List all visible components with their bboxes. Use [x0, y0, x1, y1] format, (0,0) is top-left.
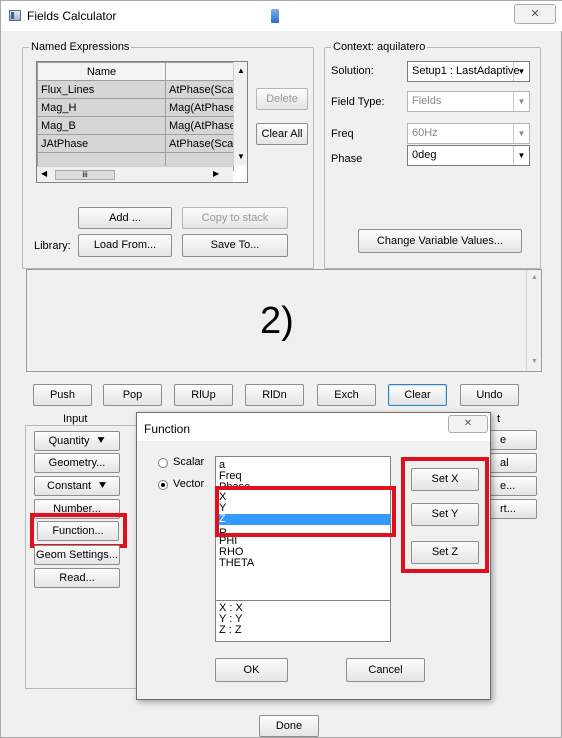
list-item[interactable]: Freq [216, 471, 390, 482]
phase-value: 0deg [412, 149, 437, 161]
clear-all-button[interactable]: Clear All [256, 123, 308, 145]
add-button[interactable]: Add ... [78, 207, 172, 229]
field-type-value: Fields [412, 95, 442, 107]
chevron-down-icon: ▼ [513, 62, 529, 81]
expr-name: Mag_B [37, 116, 166, 135]
scroll-right-arrow-icon[interactable]: ▶ [213, 169, 219, 178]
ok-button[interactable]: OK [215, 658, 288, 682]
pop-button[interactable]: Pop [103, 384, 162, 406]
stack-scrollbar[interactable]: ▲ ▼ [526, 270, 542, 371]
context-legend: Context: aquilatero [333, 41, 426, 53]
scalar-radio[interactable] [158, 458, 168, 468]
change-variable-values-button[interactable]: Change Variable Values... [358, 229, 522, 253]
solution-value: Setup1 : LastAdaptive [412, 65, 520, 77]
cancel-button[interactable]: Cancel [346, 658, 425, 682]
named-expressions-legend: Named Expressions [31, 41, 130, 53]
assignment-item[interactable]: X : X [216, 603, 390, 614]
output-legend-fragment: t [497, 413, 501, 425]
library-label: Library: [34, 240, 71, 252]
assignment-item[interactable]: Z : Z [216, 625, 390, 636]
assignment-item[interactable]: Y : Y [216, 614, 390, 625]
field-type-select[interactable]: Fields ▼ [407, 91, 530, 112]
vector-radio[interactable] [158, 480, 168, 490]
scroll-thumb[interactable]: iii [55, 170, 115, 180]
chevron-down-icon: ▼ [513, 124, 529, 143]
read-button[interactable]: Read... [34, 568, 120, 588]
roll-up-button[interactable]: RlUp [174, 384, 233, 406]
geom-settings-button[interactable]: Geom Settings... [34, 545, 120, 565]
expr-value: AtPhase(Scal [165, 80, 234, 99]
expr-value: Mag(AtPhase [165, 98, 234, 117]
scroll-up-arrow-icon[interactable]: ▲ [531, 274, 538, 281]
step-annotation: 2) [260, 300, 294, 342]
freq-select[interactable]: 60Hz ▼ [407, 123, 530, 144]
fields-calculator-window: Fields Calculator ✕ Named Expressions Na… [0, 0, 562, 738]
table-row[interactable]: Mag_B Mag(AtPhase [37, 116, 234, 135]
push-button[interactable]: Push [33, 384, 92, 406]
roll-down-button[interactable]: RlDn [245, 384, 304, 406]
exchange-button[interactable]: Exch [317, 384, 376, 406]
expr-name: Mag_H [37, 98, 166, 117]
constant-label: Constant [47, 480, 92, 492]
freq-label: Freq [331, 128, 354, 140]
scalar-label: Scalar [173, 456, 205, 468]
quantity-label: Quantity [48, 435, 90, 447]
field-type-label: Field Type: [331, 96, 385, 108]
copy-to-stack-button[interactable]: Copy to stack [182, 207, 288, 229]
phase-label: Phase [331, 153, 363, 165]
chevron-down-icon: ▼ [513, 92, 529, 111]
quantity-dropdown-button[interactable]: Quantity ⯆ [34, 431, 120, 451]
window-close-button[interactable]: ✕ [514, 4, 556, 24]
chevron-down-icon: ▼ [513, 146, 529, 165]
constant-dropdown-button[interactable]: Constant ⯆ [34, 476, 120, 496]
table-row[interactable]: JAtPhase AtPhase(Scal [37, 134, 234, 153]
column-header-expression[interactable] [165, 62, 234, 81]
clear-button[interactable]: Clear [388, 384, 447, 406]
title-bar: Fields Calculator ✕ [1, 1, 562, 31]
save-to-button[interactable]: Save To... [182, 234, 288, 257]
horizontal-scrollbar[interactable]: ◀ iii ▶ [37, 166, 233, 182]
geometry-button[interactable]: Geometry... [34, 453, 120, 473]
xyz-highlight-box [215, 486, 396, 537]
expr-value: Mag(AtPhase [165, 116, 234, 135]
arrow-down-icon: ⯆ [96, 435, 106, 447]
solution-label: Solution: [331, 65, 374, 77]
delete-button[interactable]: Delete [256, 88, 308, 110]
done-button[interactable]: Done [259, 715, 319, 737]
function-dialog: Function ✕ Scalar Vector a Freq Phase X … [136, 412, 491, 700]
scroll-left-arrow-icon[interactable]: ◀ [41, 169, 47, 178]
table-row[interactable]: Flux_Lines AtPhase(Scal [37, 80, 234, 99]
window-title: Fields Calculator [27, 9, 117, 23]
function-dialog-title: Function [144, 422, 191, 436]
set-buttons-highlight-box [401, 457, 489, 573]
list-item[interactable]: a [216, 460, 390, 471]
app-icon [9, 10, 21, 21]
scroll-up-arrow-icon[interactable]: ▲ [237, 66, 245, 75]
list-item[interactable]: THETA [216, 558, 390, 569]
named-expressions-table: Name Flux_Lines AtPhase(Scal Mag_H Mag(A… [36, 61, 248, 183]
scroll-down-arrow-icon[interactable]: ▼ [237, 152, 245, 161]
input-legend: Input [63, 413, 88, 425]
load-from-button[interactable]: Load From... [78, 234, 172, 257]
assignment-listbox[interactable]: X : X Y : Y Z : Z [215, 600, 391, 642]
scroll-down-arrow-icon[interactable]: ▼ [531, 358, 538, 365]
function-dialog-close-button[interactable]: ✕ [448, 415, 488, 433]
stack-display: 2) ▲ ▼ [26, 269, 542, 372]
expr-value: AtPhase(Scal [165, 134, 234, 153]
arrow-down-icon: ⯆ [98, 480, 107, 492]
table-row[interactable]: Mag_H Mag(AtPhase [37, 98, 234, 117]
expr-name: Flux_Lines [37, 80, 166, 99]
cursor-marker-icon [271, 9, 279, 23]
freq-value: 60Hz [412, 127, 438, 139]
phase-select[interactable]: 0deg ▼ [407, 145, 530, 166]
solution-select[interactable]: Setup1 : LastAdaptive ▼ [407, 61, 530, 82]
column-header-name[interactable]: Name [37, 62, 166, 81]
function-highlight-box [30, 513, 127, 548]
vector-label: Vector [173, 478, 205, 490]
undo-button[interactable]: Undo [460, 384, 519, 406]
expr-name: JAtPhase [37, 134, 166, 153]
vertical-scrollbar[interactable]: ▲ ▼ [233, 62, 247, 166]
